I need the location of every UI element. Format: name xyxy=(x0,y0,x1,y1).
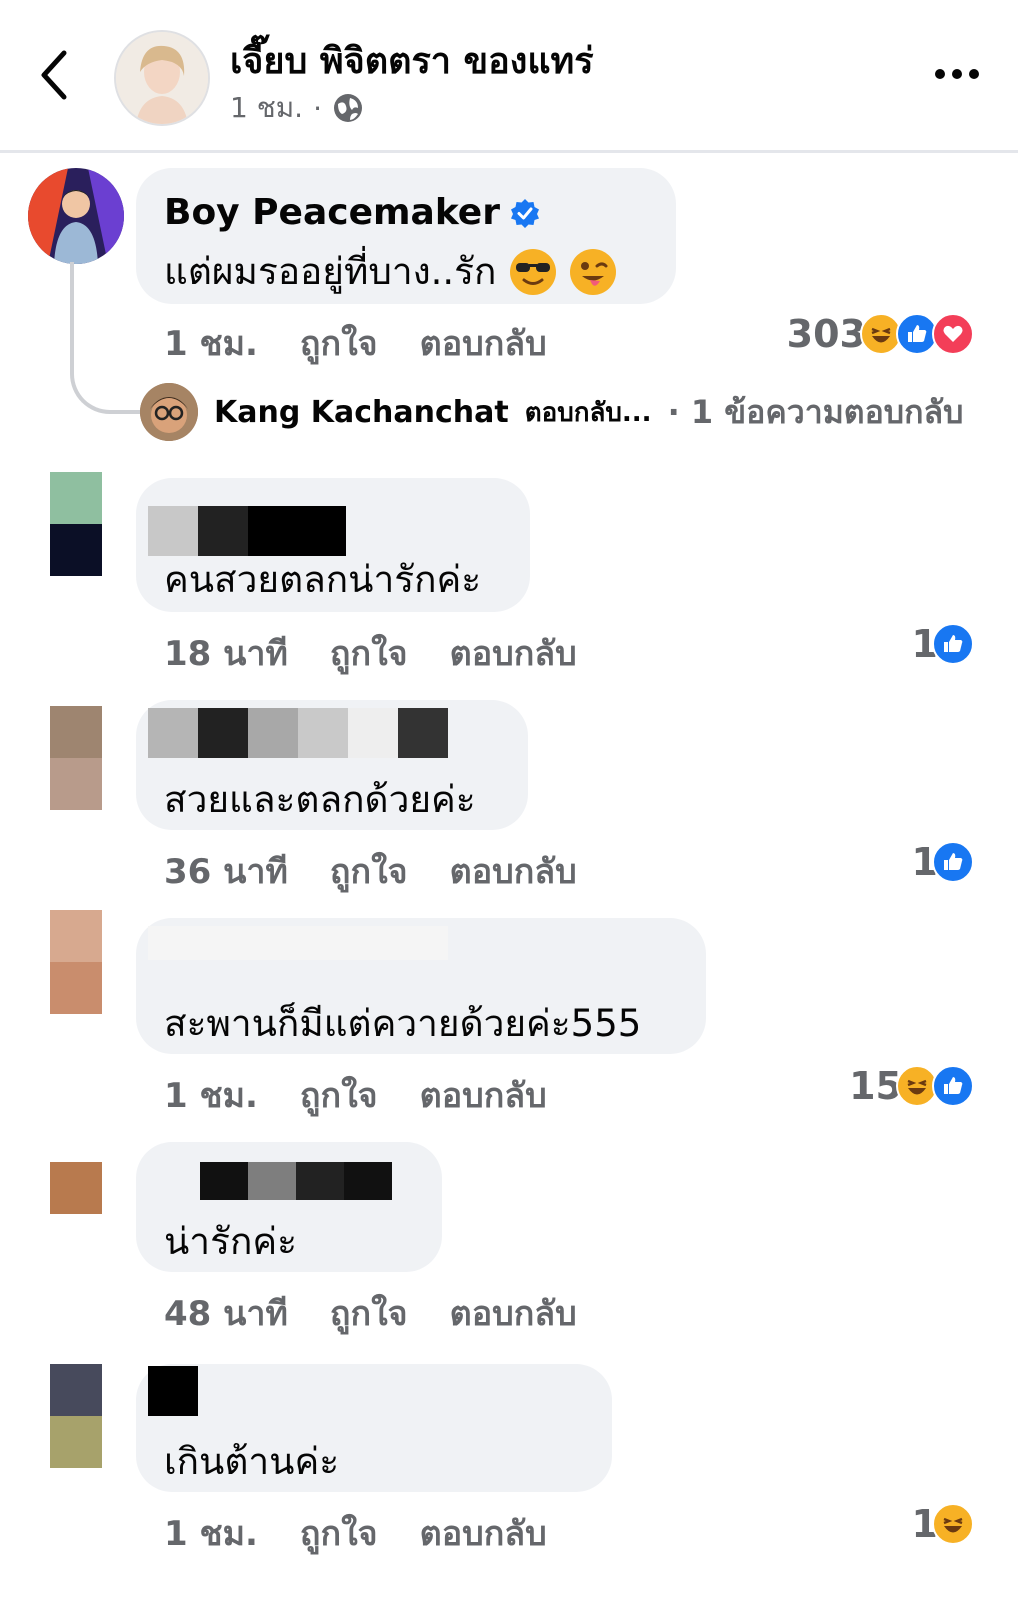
comment-text: สวยและตลกด้วยค่ะ xyxy=(164,778,476,821)
meta-separator: · xyxy=(313,91,322,125)
back-button[interactable] xyxy=(34,45,74,105)
reaction-summary[interactable]: 1 xyxy=(912,840,974,884)
like-reaction-icon xyxy=(932,841,974,883)
author-name: Boy Peacemaker xyxy=(164,192,500,233)
redacted-author-name xyxy=(148,1366,198,1416)
comment-text: แต่ผมรออยู่ที่บาง..รัก xyxy=(164,242,617,301)
haha-reaction-icon xyxy=(932,1503,974,1545)
love-reaction-icon xyxy=(932,313,974,355)
redacted-author-name xyxy=(148,926,448,960)
comment-text: เกินต้านค่ะ xyxy=(164,1440,340,1483)
reply-link[interactable]: ตอบกลับ xyxy=(450,844,577,898)
chevron-left-icon xyxy=(41,50,67,100)
like-link[interactable]: ถูกใจ xyxy=(300,1068,378,1122)
comment-actions: 1 ชม. ถูกใจ ตอบกลับ xyxy=(164,1506,547,1560)
reply-author-avatar[interactable] xyxy=(140,383,198,441)
comment-time: 1 ชม. xyxy=(164,1514,258,1554)
comment-time: 1 ชม. xyxy=(164,324,258,364)
commenter-avatar[interactable] xyxy=(50,472,102,576)
reply-link[interactable]: ตอบกลับ xyxy=(420,1068,547,1122)
page-avatar[interactable] xyxy=(114,30,210,126)
post-header: เจี๊ยบ พิจิตตรา ของแทร่ 1 ชม. · xyxy=(0,0,1018,153)
comment-actions: 48 นาที ถูกใจ ตอบกลับ xyxy=(164,1286,577,1340)
comment-author[interactable]: Boy Peacemaker xyxy=(164,192,540,233)
comment-body: แต่ผมรออยู่ที่บาง..รัก xyxy=(164,250,497,293)
like-link[interactable]: ถูกใจ xyxy=(330,1286,408,1340)
redacted-author-name xyxy=(148,506,346,556)
post-time: 1 ชม. xyxy=(230,91,304,124)
reaction-count: 303 xyxy=(786,312,866,356)
comment-text: สะพานก็มีแต่ควายด้วยค่ะ555 xyxy=(164,1002,642,1045)
comment-text: คนสวยตลกน่ารักค่ะ xyxy=(164,558,482,601)
like-link[interactable]: ถูกใจ xyxy=(300,316,378,370)
post-meta: 1 ชม. · xyxy=(230,86,364,130)
profile-photo-icon xyxy=(28,168,124,264)
winking-tongue-emoji-icon xyxy=(570,248,617,295)
reply-author-name: Kang Kachanchat xyxy=(214,394,509,430)
reaction-summary[interactable]: 303 xyxy=(787,312,974,356)
like-reaction-icon xyxy=(932,623,974,665)
comment-actions: 1 ชม. ถูกใจ ตอบกลับ xyxy=(164,316,547,370)
commenter-avatar[interactable] xyxy=(28,168,124,264)
profile-photo-icon xyxy=(116,32,208,124)
page-name[interactable]: เจี๊ยบ พิจิตตรา ของแทร่ xyxy=(230,32,594,89)
like-link[interactable]: ถูกใจ xyxy=(330,844,408,898)
commenter-avatar[interactable] xyxy=(50,706,102,810)
reply-link[interactable]: ตอบกลับ xyxy=(450,626,577,680)
reaction-summary[interactable]: 1 xyxy=(912,1502,974,1546)
verified-badge-icon xyxy=(510,198,539,228)
commenter-avatar[interactable] xyxy=(50,1364,102,1468)
comment-actions: 1 ชม. ถูกใจ ตอบกลับ xyxy=(164,1068,547,1122)
reply-snippet: ตอบกลับ... xyxy=(524,397,652,428)
redacted-author-name xyxy=(200,1162,392,1200)
reaction-summary[interactable]: 1 xyxy=(912,622,974,666)
reply-link[interactable]: ตอบกลับ xyxy=(420,1506,547,1560)
like-link[interactable]: ถูกใจ xyxy=(330,626,408,680)
reply-count: · 1 ข้อความตอบกลับ xyxy=(667,392,964,431)
reaction-summary[interactable]: 15 xyxy=(849,1064,974,1108)
reaction-count: 15 xyxy=(849,1064,902,1108)
comment-actions: 18 นาที ถูกใจ ตอบกลับ xyxy=(164,626,577,680)
reply-link[interactable]: ตอบกลับ xyxy=(420,316,547,370)
dot-icon xyxy=(935,69,945,79)
comment-time: 1 ชม. xyxy=(164,1076,258,1116)
redacted-author-name xyxy=(148,708,448,758)
commenter-avatar[interactable] xyxy=(50,910,102,1014)
like-reaction-icon xyxy=(932,1065,974,1107)
comment-text: น่ารักค่ะ xyxy=(164,1220,297,1263)
view-replies-row[interactable]: Kang Kachanchat ตอบกลับ... · 1 ข้อความตอ… xyxy=(140,383,963,441)
more-options-button[interactable] xyxy=(935,62,985,86)
commenter-avatar[interactable] xyxy=(50,1162,102,1214)
like-link[interactable]: ถูกใจ xyxy=(300,1506,378,1560)
comment-time: 36 นาที xyxy=(164,852,288,892)
globe-icon xyxy=(333,94,362,122)
dot-icon xyxy=(969,69,979,79)
profile-photo-icon xyxy=(140,383,198,441)
comment-time: 48 นาที xyxy=(164,1294,288,1334)
comment-actions: 36 นาที ถูกใจ ตอบกลับ xyxy=(164,844,577,898)
comment-time: 18 นาที xyxy=(164,634,288,674)
sunglasses-emoji-icon xyxy=(510,248,557,295)
reply-link[interactable]: ตอบกลับ xyxy=(450,1286,577,1340)
dot-icon xyxy=(952,69,962,79)
